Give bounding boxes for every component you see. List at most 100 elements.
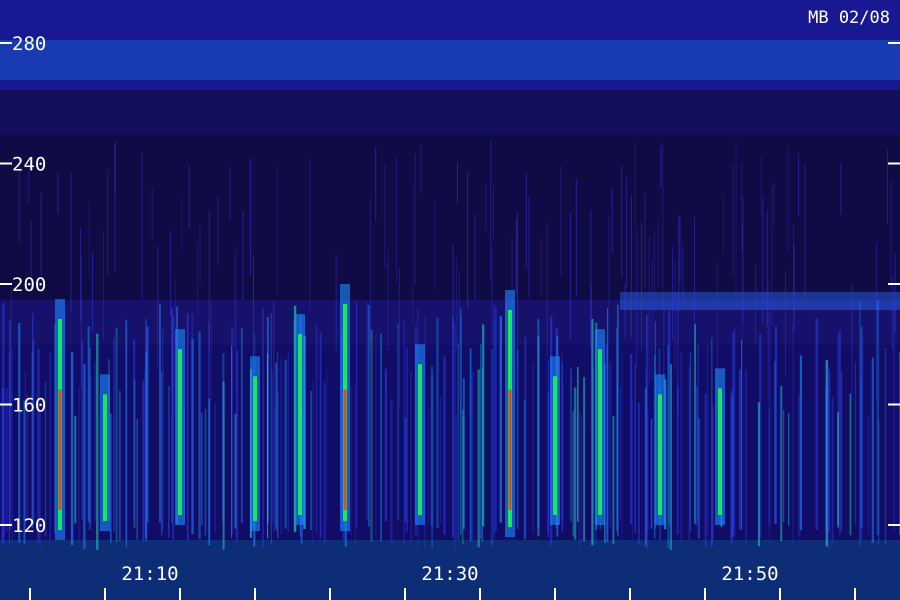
noise-streak <box>849 393 852 536</box>
noise-band <box>0 90 900 135</box>
noise-streak <box>490 141 492 282</box>
noise-streak <box>431 374 434 549</box>
noise-streak <box>89 377 92 524</box>
noise-streak <box>732 333 735 528</box>
noise-streak <box>697 418 700 539</box>
signal-event <box>595 329 605 525</box>
noise-streak <box>767 277 769 403</box>
noise-streak <box>773 181 775 227</box>
noise-streak <box>420 143 422 194</box>
signal-event-peak <box>508 389 512 510</box>
noise-streak <box>479 343 482 539</box>
noise-streak <box>92 251 93 333</box>
noise-streak <box>214 402 216 533</box>
noise-streak <box>284 359 287 529</box>
noise-streak <box>798 153 800 216</box>
noise-streak <box>96 333 99 550</box>
noise-streak <box>611 187 613 254</box>
noise-streak <box>32 313 34 523</box>
noise-streak <box>88 202 90 278</box>
noise-streak <box>110 413 112 543</box>
noise-streak <box>578 410 581 548</box>
noise-streak <box>262 308 264 548</box>
noise-streak <box>460 308 462 535</box>
noise-streak <box>575 179 577 297</box>
signal-event <box>175 329 185 525</box>
noise-streak <box>30 219 32 278</box>
noise-streak <box>141 153 143 299</box>
noise-streak <box>609 362 612 528</box>
noise-streak <box>380 333 382 542</box>
noise-streak <box>78 387 80 543</box>
noise-streak <box>641 222 642 352</box>
noise-streak <box>181 198 183 249</box>
noise-streak <box>674 260 676 371</box>
y-tick-label: 280 <box>12 33 46 55</box>
noise-streak <box>738 369 741 530</box>
signal-event <box>655 374 665 525</box>
noise-streak <box>133 339 136 521</box>
noise-streak <box>367 304 370 527</box>
noise-streak <box>608 214 610 306</box>
noise-streak <box>370 329 373 542</box>
noise-streak <box>458 270 460 399</box>
noise-band <box>620 292 900 310</box>
noise-streak <box>457 162 458 204</box>
noise-streak <box>569 212 571 341</box>
x-tick-label: 21:30 <box>421 563 478 585</box>
noise-streak <box>583 377 586 542</box>
noise-streak <box>356 301 358 529</box>
noise-streak <box>204 408 207 536</box>
noise-streak <box>440 395 442 525</box>
noise-band <box>0 135 900 300</box>
noise-streak <box>49 352 51 541</box>
noise-streak <box>201 412 203 526</box>
noise-streak <box>894 253 896 333</box>
noise-streak <box>208 398 211 546</box>
noise-streak <box>876 242 877 403</box>
noise-streak <box>452 244 454 329</box>
noise-streak <box>162 329 164 531</box>
noise-streak <box>191 312 194 522</box>
noise-streak <box>757 402 760 547</box>
noise-streak <box>8 353 10 545</box>
noise-streak <box>157 245 159 368</box>
noise-streak <box>443 356 446 535</box>
noise-streak <box>136 419 138 540</box>
noise-streak <box>774 326 777 524</box>
noise-streak <box>621 352 623 541</box>
noise-streak <box>839 329 841 535</box>
noise-streak <box>107 169 109 276</box>
noise-streak <box>80 255 82 388</box>
noise-streak <box>118 390 121 541</box>
x-tick-label: 21:10 <box>121 563 178 585</box>
noise-streak <box>375 333 377 537</box>
noise-streak <box>186 313 189 541</box>
noise-streak <box>525 172 527 269</box>
noise-streak <box>831 397 834 543</box>
noise-streak <box>637 402 640 544</box>
noise-streak <box>682 246 684 306</box>
spectrogram-svg: 120 160 200 240 280 21:10 21:30 21:50 MB 02/08 <box>0 0 900 600</box>
noise-streak <box>837 412 839 528</box>
noise-streak <box>722 195 724 255</box>
noise-streak <box>114 144 116 272</box>
noise-streak <box>490 348 494 546</box>
noise-streak <box>679 216 681 285</box>
noise-streak <box>644 193 646 289</box>
noise-streak <box>804 237 806 300</box>
noise-streak <box>323 382 326 545</box>
noise-streak <box>455 257 457 349</box>
noise-streak <box>680 352 683 543</box>
y-tick-label: 160 <box>12 395 46 417</box>
noise-streak <box>125 319 128 548</box>
noise-streak <box>197 243 199 315</box>
signal-event <box>250 356 260 532</box>
noise-streak <box>171 308 173 524</box>
noise-streak <box>273 301 275 531</box>
noise-streak <box>669 364 672 550</box>
signal-event-peak <box>58 389 62 510</box>
noise-streak <box>621 165 623 278</box>
noise-streak <box>384 368 387 521</box>
signal-event <box>100 374 110 532</box>
